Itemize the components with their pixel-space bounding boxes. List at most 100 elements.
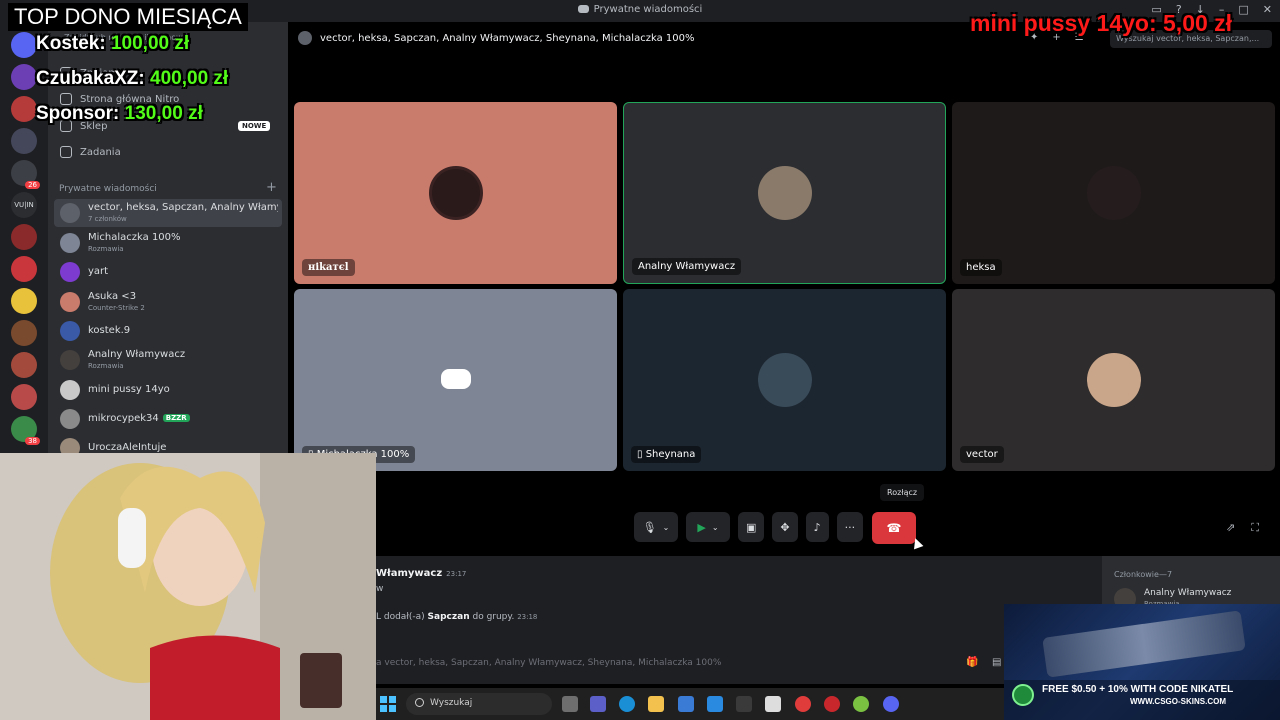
dm-item-mini[interactable]: mini pussy 14yo — [54, 376, 282, 404]
dm-section-header: Prywatne wiadomości — [59, 184, 157, 194]
taskbar-search[interactable]: Wyszukaj — [406, 693, 552, 715]
donor-line: Sponsor: 130,00 zł — [36, 103, 203, 124]
server-home[interactable] — [11, 32, 37, 58]
dm-item-asuka[interactable]: Asuka <3 Counter-Strike 2 — [54, 288, 282, 316]
avatar — [1086, 166, 1141, 220]
participant-tile[interactable]: ▯ Sheynana — [623, 289, 946, 471]
server-icon[interactable]: VU|IN — [11, 192, 37, 218]
close-button[interactable]: ✕ — [1263, 3, 1272, 16]
dm-item-group[interactable]: vector, heksa, Sapczan, Analny Włamywacz… — [54, 199, 282, 227]
knife-image — [1042, 610, 1246, 678]
dm-item-yart[interactable]: yart — [54, 258, 282, 286]
server-icon[interactable]: 38 — [11, 416, 40, 445]
dm-item-kostek[interactable]: kostek.9 — [54, 317, 282, 345]
participant-tile[interactable]: vector — [952, 289, 1275, 471]
message-text: w — [376, 584, 384, 594]
camera-button[interactable]: ▶ ⌄ — [686, 512, 730, 542]
create-dm-button[interactable]: + — [266, 180, 277, 195]
avatar — [757, 166, 812, 220]
dm-item-michalaczka[interactable]: Michalaczka 100% Rozmawia — [54, 229, 282, 257]
participant-name: ▯ Sheynana — [631, 446, 702, 463]
participant-tile[interactable]: ▯ Michalaczka 100% — [294, 289, 617, 471]
server-icon[interactable]: 26 — [11, 160, 40, 189]
group-icon — [298, 31, 312, 45]
chrome-icon[interactable] — [853, 696, 869, 712]
participant-name: ніkатєl — [302, 259, 355, 276]
webcam-overlay — [0, 453, 376, 720]
chevron-down-icon[interactable]: ⌄ — [712, 523, 719, 532]
bzzr-badge: BZZR — [162, 414, 190, 422]
avatar — [757, 353, 812, 407]
message-input[interactable]: a vector, heksa, Sapczan, Analny Włamywa… — [376, 658, 721, 668]
call-controls: 🎙 ⌄ ▶ ⌄ ▣ ✥ ♪ ··· — [634, 512, 864, 542]
screen-share-button[interactable]: ▣ — [738, 512, 765, 542]
server-icon[interactable] — [11, 64, 37, 90]
gift-icon[interactable]: 🎁 — [966, 657, 978, 668]
server-badge: 26 — [25, 181, 40, 189]
search-icon — [415, 698, 424, 707]
opera-icon[interactable] — [795, 696, 811, 712]
avatar — [60, 350, 80, 370]
avatar — [1086, 353, 1141, 407]
coin-icon — [1012, 684, 1034, 706]
sponsor-ad-banner: FREE $0.50 + 10% WITH CODE NIKATEL WWW.C… — [1004, 604, 1280, 720]
window-title: Prywatne wiadomości — [593, 4, 703, 15]
discord-taskbar-icon[interactable] — [883, 696, 899, 712]
windows-start-button[interactable] — [380, 696, 396, 712]
avatar — [60, 262, 80, 282]
dm-item-analny[interactable]: Analny Włamywacz Rozmawia — [54, 346, 282, 374]
quests-icon — [60, 146, 72, 158]
participant-tile-speaking[interactable]: Analny Włamywacz — [623, 102, 946, 284]
nav-quests[interactable]: Zadania — [60, 146, 121, 158]
top-dono-title: TOP DONO MIESIĄCA — [8, 3, 248, 31]
task-view-icon[interactable] — [562, 696, 578, 712]
file-explorer-icon[interactable] — [648, 696, 664, 712]
soundboard-button[interactable]: ♪ — [805, 512, 829, 542]
server-icon[interactable] — [11, 320, 37, 346]
discord-logo-icon — [577, 5, 589, 13]
chat-panel: Włamywacz 23:17 w L dodał(-a) Sapczan do … — [376, 556, 1102, 684]
more-button[interactable]: ··· — [836, 512, 864, 542]
message-author: Włamywacz 23:17 — [376, 568, 467, 579]
ad-url: WWW.CSGO-SKINS.COM — [1130, 697, 1226, 706]
call-header: vector, heksa, Sapczan, Analny Włamywacz… — [298, 31, 694, 45]
latest-donation: mini pussy 14yo: 5,00 zł — [970, 10, 1233, 36]
server-icon[interactable] — [11, 256, 37, 282]
popout-icon[interactable]: ⇗ — [1226, 521, 1235, 535]
mail-icon[interactable] — [707, 696, 723, 712]
app-icon[interactable] — [824, 696, 840, 712]
server-icon[interactable] — [11, 224, 37, 250]
avatar — [60, 233, 80, 253]
fullscreen-icon[interactable]: ⛶ — [1251, 521, 1259, 535]
microphone-icon: 🎙 — [642, 520, 657, 534]
gif-icon[interactable]: ▤ — [992, 657, 1001, 668]
activities-button[interactable]: ✥ — [772, 512, 798, 542]
participant-name: heksa — [960, 259, 1002, 276]
participant-name: vector — [960, 446, 1004, 463]
avatar — [60, 380, 80, 400]
teams-icon[interactable] — [590, 696, 606, 712]
edge-icon[interactable] — [619, 696, 635, 712]
server-icon[interactable] — [11, 128, 37, 154]
server-icon[interactable] — [11, 352, 37, 378]
participant-tile[interactable]: ніkатєl — [294, 102, 617, 284]
more-icon: ··· — [844, 520, 856, 534]
member-name[interactable]: Analny Włamywacz — [1144, 588, 1231, 598]
chevron-down-icon[interactable]: ⌄ — [663, 523, 670, 532]
store-icon[interactable] — [678, 696, 694, 712]
dm-item-mikrocypek[interactable]: mikrocypek34 BZZR — [54, 405, 282, 433]
activities-icon: ✥ — [780, 520, 790, 534]
server-icon[interactable] — [11, 96, 37, 122]
server-icon[interactable] — [11, 288, 37, 314]
avatar — [60, 409, 80, 429]
hangup-tooltip: Rozłącz — [880, 484, 925, 501]
maximize-button[interactable]: □ — [1238, 3, 1248, 16]
server-icon[interactable] — [11, 384, 37, 410]
donor-line: Kostek: 100,00 zł — [36, 33, 190, 54]
app-icon[interactable] — [765, 696, 781, 712]
participant-tile[interactable]: heksa — [952, 102, 1275, 284]
mute-button[interactable]: 🎙 ⌄ — [634, 512, 678, 542]
app-icon[interactable] — [736, 696, 752, 712]
streamer-figure — [0, 453, 376, 720]
avatar — [60, 321, 80, 341]
